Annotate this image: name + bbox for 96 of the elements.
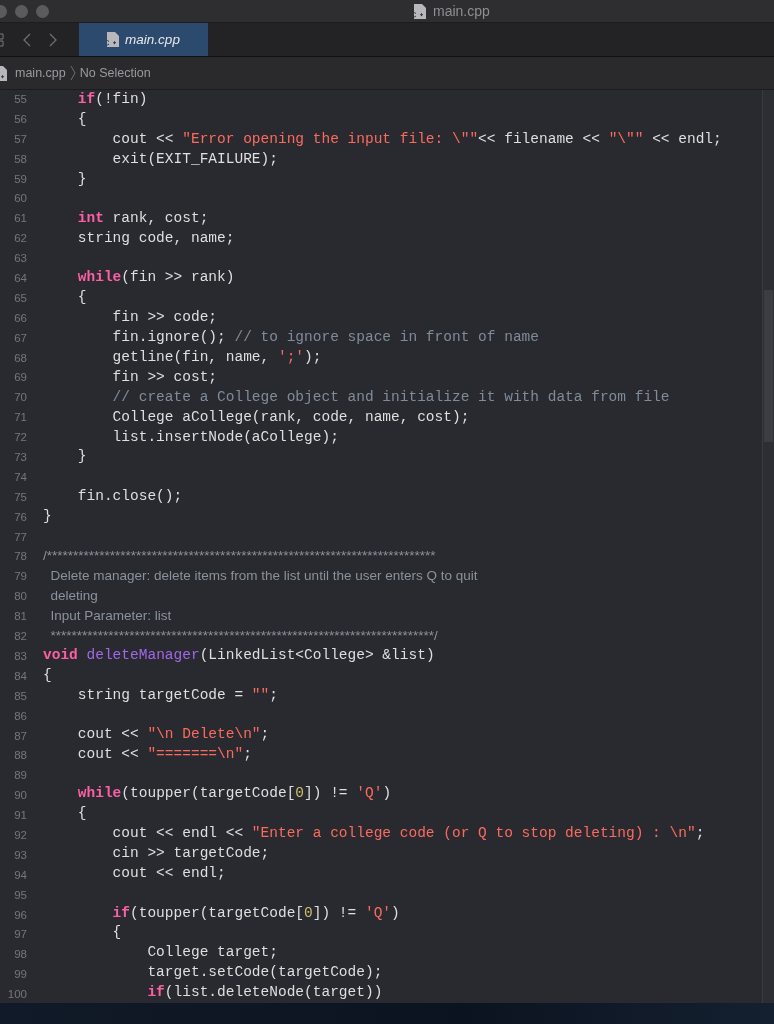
line-number: 87 xyxy=(13,728,28,744)
line-number: 82 xyxy=(13,629,28,645)
line-number: 77 xyxy=(13,529,28,545)
line-number: 55 xyxy=(13,92,28,107)
code-line: { xyxy=(76,288,88,308)
line-number: 58 xyxy=(13,151,28,167)
line-number: 75 xyxy=(13,489,28,505)
window-title: main.cpp xyxy=(433,3,490,19)
line-number: 71 xyxy=(13,410,28,426)
back-icon[interactable] xyxy=(23,32,31,47)
line-number: 57 xyxy=(13,131,28,147)
line-number: 80 xyxy=(13,589,28,605)
line-number: 92 xyxy=(13,827,28,843)
line-number: 98 xyxy=(13,947,28,963)
line-number: 65 xyxy=(13,290,28,306)
code-line: if(list.deleteNode(target)) xyxy=(146,983,384,1003)
scrollbar[interactable] xyxy=(762,90,774,1003)
doc-comment-line: deleting xyxy=(49,587,99,606)
line-number: 85 xyxy=(13,688,28,704)
line-number: 78 xyxy=(13,549,28,565)
code-line: string targetCode = ""; xyxy=(76,685,279,705)
code-line: fin >> cost; xyxy=(111,367,219,387)
doc-comment-line: Delete manager: delete items from the list until the user enters Q to quit xyxy=(49,567,479,586)
code-line: } xyxy=(76,447,88,467)
doc-comment-line: *************************************************************************/ xyxy=(49,626,439,645)
line-number: 74 xyxy=(13,469,28,485)
code-line: if(!fin) xyxy=(76,90,149,109)
line-number: 66 xyxy=(13,310,28,326)
code-line: { xyxy=(111,923,123,943)
code-line: target.setCode(targetCode); xyxy=(146,963,384,983)
line-number: 60 xyxy=(13,191,28,207)
code-line: { xyxy=(76,109,88,129)
line-number: 91 xyxy=(13,808,28,824)
code-line: cout << "=======\n"; xyxy=(76,745,253,764)
line-number: 100 xyxy=(6,987,28,1003)
line-number: 76 xyxy=(13,509,28,525)
line-number: 70 xyxy=(13,390,28,406)
code-line: while(toupper(targetCode[0]) != 'Q') xyxy=(76,784,393,804)
line-number: 79 xyxy=(13,569,28,585)
doc-comment-line: /************************************************************************** xyxy=(43,547,437,566)
code-line: if(toupper(targetCode[0]) != 'Q') xyxy=(111,903,401,923)
line-number: 93 xyxy=(13,847,28,863)
line-number: 81 xyxy=(13,609,28,625)
code-line: { xyxy=(43,665,53,685)
code-line: College target; xyxy=(146,943,279,963)
code-line: cout << endl; xyxy=(111,864,227,884)
chevron-icon xyxy=(69,65,76,81)
code-line: cout << "Error opening the input file: \""<< filename << "\"" << endl; xyxy=(111,129,723,149)
line-number: 89 xyxy=(13,768,28,784)
line-number: 86 xyxy=(13,708,28,724)
line-number: 67 xyxy=(13,330,28,346)
line-number: 72 xyxy=(13,430,28,446)
line-number: 95 xyxy=(13,887,28,903)
line-number: 56 xyxy=(13,111,28,127)
line-number: 69 xyxy=(13,370,28,386)
code-line: while(fin >> rank) xyxy=(76,268,236,288)
code-line: College aCollege(rank, code, name, cost); xyxy=(111,407,471,427)
code-line: cin >> targetCode; xyxy=(111,844,271,864)
line-number: 88 xyxy=(13,748,28,764)
code-line: // create a College object and initialize it with data from file xyxy=(111,387,671,407)
file-tab[interactable]: main.cpp xyxy=(79,23,208,56)
line-number: 84 xyxy=(13,668,28,684)
cpp-file-icon xyxy=(107,32,120,47)
line-number: 97 xyxy=(13,927,28,943)
doc-comment-line: Input Parameter: list xyxy=(49,607,173,626)
code-line: fin >> code; xyxy=(111,308,219,328)
code-line: exit(EXIT_FAILURE); xyxy=(111,149,279,169)
code-line: fin.ignore(); // to ignore space in front of name xyxy=(111,328,540,348)
line-number: 90 xyxy=(13,788,28,804)
line-number: 96 xyxy=(13,907,28,923)
code-line: int rank, cost; xyxy=(76,209,210,229)
line-number: 94 xyxy=(13,867,28,883)
breadcrumb-item[interactable]: main.cpp xyxy=(15,66,66,80)
line-number: 73 xyxy=(13,450,28,466)
code-line: void deleteManager(LinkedList<College> &list) xyxy=(43,645,436,665)
code-line: string code, name; xyxy=(76,228,236,248)
line-number: 63 xyxy=(13,251,28,267)
code-line: cout << "\n Delete\n"; xyxy=(76,725,271,745)
line-number: 64 xyxy=(13,271,28,286)
code-line: list.insertNode(aCollege); xyxy=(111,427,340,447)
line-number: 68 xyxy=(13,350,28,366)
code-line: } xyxy=(43,506,53,526)
forward-icon[interactable] xyxy=(49,32,57,47)
line-number: 61 xyxy=(13,211,28,227)
code-line: { xyxy=(76,804,88,824)
code-line: cout << endl << "Enter a college code (or Q to stop deleting) : \n"; xyxy=(111,824,706,844)
breadcrumb-item[interactable]: No Selection xyxy=(79,66,151,80)
code-line: getline(fin, name, ';'); xyxy=(111,348,323,367)
code-line: } xyxy=(76,169,88,189)
line-number: 62 xyxy=(13,231,28,247)
code-line: fin.close(); xyxy=(76,486,184,506)
window-controls[interactable] xyxy=(0,4,49,18)
line-number: 83 xyxy=(13,648,28,664)
line-number: 99 xyxy=(13,967,28,983)
line-number: 59 xyxy=(13,171,28,187)
cpp-file-icon xyxy=(414,3,426,19)
